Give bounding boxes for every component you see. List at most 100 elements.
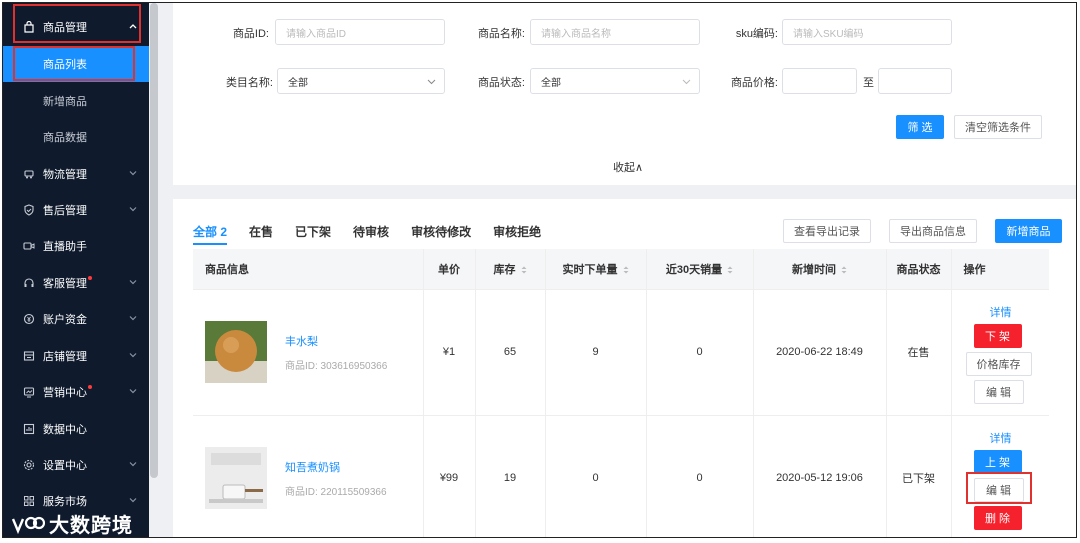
operations-cell: 详情 上 架 编 辑 删 除 <box>951 415 1049 537</box>
chevron-down-icon <box>129 171 137 176</box>
export-products-button[interactable]: 导出商品信息 <box>889 219 977 243</box>
chevron-down-icon <box>682 79 691 85</box>
sidebar-item-label: 店铺管理 <box>43 351 87 363</box>
created-time-cell: 2020-05-12 19:06 <box>753 415 887 537</box>
sidebar-item-label: 账户资金 <box>43 314 87 326</box>
sidebar-item-label: 物流管理 <box>43 169 87 181</box>
delete-button[interactable]: 删 除 <box>973 505 1022 530</box>
product-thumbnail-pear <box>205 321 267 383</box>
chevron-down-icon <box>129 207 137 212</box>
product-name-link[interactable]: 丰水梨 <box>285 333 387 349</box>
column-header-sortable[interactable]: 实时下单量 <box>545 249 647 290</box>
chevron-down-icon <box>129 280 137 285</box>
sidebar-item-marketing[interactable]: 营销中心 <box>3 374 149 410</box>
details-link[interactable]: 详情 <box>990 304 1012 320</box>
product-name-label: 商品名称: <box>477 28 525 40</box>
created-time-cell: 2020-06-22 18:49 <box>753 289 887 416</box>
sidebar-item-logistics[interactable]: 物流管理 <box>3 156 149 192</box>
orders-cell: 0 <box>545 415 647 537</box>
pear-image <box>205 321 267 383</box>
sidebar-item-label: 直播助手 <box>43 241 87 253</box>
column-header: 商品信息 <box>193 249 424 290</box>
sidebar-item-label: 数据中心 <box>43 424 87 436</box>
sidebar-item-label: 服务市场 <box>43 496 87 508</box>
price-label: 商品价格: <box>730 77 778 89</box>
sidebar-item-customer-service[interactable]: 客服管理 <box>3 265 149 301</box>
brand-logo: 大数跨境 <box>11 509 133 537</box>
sidebar-item-live-assistant[interactable]: 直播助手 <box>3 228 149 264</box>
sidebar-item-label: 新增商品 <box>43 96 87 108</box>
product-name-link[interactable]: 知吾煮奶锅 <box>285 459 387 475</box>
list-on-shelf-button[interactable]: 上 架 <box>973 449 1022 474</box>
sales30-cell: 0 <box>646 415 754 537</box>
status-cell: 在售 <box>886 289 952 416</box>
sidebar-item-label: 售后管理 <box>43 205 87 217</box>
gear-icon <box>23 459 35 471</box>
price-max-input[interactable] <box>878 68 952 94</box>
notification-dot <box>88 385 92 389</box>
app-frame: 商品管理 商品列表 新增商品 商品数据 物流管理 售后管理 直播助手 客服管理 … <box>2 2 1077 538</box>
highlight-box <box>13 46 135 81</box>
sort-icon <box>727 266 733 274</box>
sidebar-item-settings[interactable]: 设置中心 <box>3 447 149 483</box>
sidebar-item-label: 营销中心 <box>43 387 87 399</box>
sidebar-item-data-center[interactable]: 数据中心 <box>3 411 149 447</box>
delist-button[interactable]: 下 架 <box>973 323 1022 348</box>
column-header: 单价 <box>423 249 476 290</box>
tab-review-needs-edit[interactable]: 审核待修改 <box>411 223 471 240</box>
column-header: 商品状态 <box>886 249 952 290</box>
filter-button[interactable]: 筛 选 <box>896 115 944 139</box>
sidebar-item-store-management[interactable]: 店铺管理 <box>3 338 149 374</box>
sales30-cell: 0 <box>646 289 754 416</box>
clear-filters-button[interactable]: 清空筛选条件 <box>954 115 1042 139</box>
sidebar-item-add-product[interactable]: 新增商品 <box>3 83 149 119</box>
column-header-label: 近30天销量 <box>665 263 723 276</box>
product-name-input[interactable]: 请输入商品名称 <box>530 19 700 45</box>
tab-review-rejected[interactable]: 审核拒绝 <box>493 223 541 240</box>
add-product-button[interactable]: 新增商品 <box>995 219 1062 243</box>
price-min-input[interactable] <box>782 68 857 94</box>
sidebar-item-label: 客服管理 <box>43 278 87 290</box>
milk-pot-image <box>205 447 267 509</box>
column-header-sortable[interactable]: 库存 <box>475 249 546 290</box>
details-link[interactable]: 详情 <box>990 430 1012 446</box>
coin-icon <box>23 313 35 325</box>
category-select[interactable]: 全部 <box>277 68 445 94</box>
product-id-label: 商品ID: <box>232 28 269 40</box>
table-row: 知吾煮奶锅 商品ID: 220115509366 ¥99 19 0 0 2020… <box>193 415 1049 537</box>
status-select[interactable]: 全部 <box>530 68 700 94</box>
highlight-box <box>13 4 141 43</box>
tab-on-sale[interactable]: 在售 <box>249 223 273 240</box>
sku-input[interactable]: 请输入SKU编码 <box>782 19 952 45</box>
tab-all[interactable]: 全部 2 <box>193 223 227 240</box>
tab-underline <box>193 243 227 245</box>
sidebar-item-account-funds[interactable]: 账户资金 <box>3 301 149 337</box>
sku-label: sku编码: <box>735 28 778 40</box>
column-header-sortable[interactable]: 新增时间 <box>753 249 887 290</box>
sidebar-item-product-data[interactable]: 商品数据 <box>3 119 149 155</box>
placeholder: 请输入商品名称 <box>541 28 611 40</box>
brand-logo-text: 大数跨境 <box>49 515 133 537</box>
sidebar-item-after-sales[interactable]: 售后管理 <box>3 192 149 228</box>
tab-pending-review[interactable]: 待审核 <box>353 223 389 240</box>
product-id-input[interactable]: 请输入商品ID <box>275 19 445 45</box>
shield-icon <box>23 204 35 216</box>
operations-cell: 详情 下 架 价格库存 编 辑 <box>951 289 1049 416</box>
sidebar-item-label: 商品数据 <box>43 132 87 144</box>
chevron-down-icon <box>129 353 137 358</box>
headset-icon <box>23 277 35 289</box>
collapse-toggle[interactable]: 收起∧ <box>613 159 643 175</box>
tab-off-shelf[interactable]: 已下架 <box>295 223 331 240</box>
price-stock-button[interactable]: 价格库存 <box>965 351 1032 376</box>
scrollbar[interactable] <box>150 3 158 478</box>
edit-button[interactable]: 编 辑 <box>973 379 1024 404</box>
column-header-label: 新增时间 <box>792 263 836 276</box>
megaphone-icon <box>23 386 35 398</box>
table-header-row: 商品信息 单价 库存 实时下单量 近30天销量 新增时间 商品状态 操作 <box>193 249 1049 290</box>
export-records-button[interactable]: 查看导出记录 <box>783 219 871 243</box>
chevron-down-icon <box>427 79 436 85</box>
placeholder: 请输入SKU编码 <box>793 28 864 40</box>
column-header-label: 实时下单量 <box>562 263 618 276</box>
notification-dot <box>88 276 92 280</box>
column-header-sortable[interactable]: 近30天销量 <box>646 249 754 290</box>
